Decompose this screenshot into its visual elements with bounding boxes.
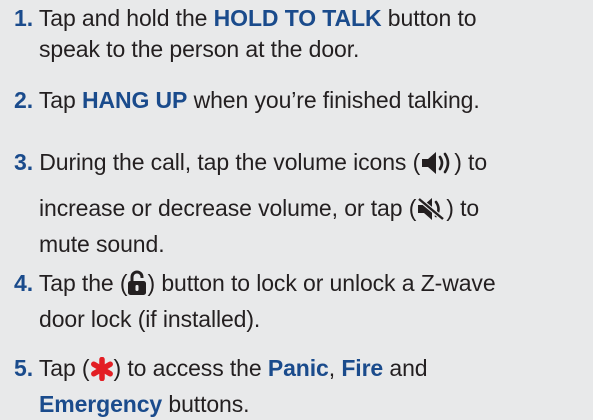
panic-label: Panic [267, 355, 329, 381]
step-text: button to [381, 5, 477, 31]
hang-up-label: HANG UP [81, 87, 188, 113]
padlock-unlocked-icon [127, 270, 147, 304]
step-text: speak to the person at the door. [39, 36, 360, 62]
step-number: 3. [14, 149, 33, 175]
step-3: 3. During the call, tap the volume icons… [14, 147, 587, 260]
step-1: 1. Tap and hold the HOLD TO TALK button … [14, 3, 587, 65]
asterisk-panic-icon [90, 356, 114, 389]
step-number: 4. [14, 270, 33, 296]
step-text: Tap ( [32, 355, 90, 381]
step-text: when you’re finished talking. [187, 87, 480, 113]
speaker-volume-icon [420, 151, 454, 183]
emergency-label: Emergency [39, 391, 163, 417]
step-text: ) to access the [113, 355, 268, 381]
speaker-mute-icon [416, 197, 446, 229]
step-text: Tap and hold the [38, 5, 214, 31]
step-5: 5. Tap () to access the Panic, Fire and … [14, 353, 587, 420]
step-text: , [328, 355, 342, 381]
step-text: Tap the ( [32, 270, 128, 296]
fire-label: Fire [341, 355, 384, 381]
step-text: door lock (if installed). [39, 306, 261, 332]
step-text: mute sound. [39, 231, 165, 257]
step-text: ) to [454, 149, 488, 175]
step-text: Tap [32, 87, 82, 113]
step-4: 4. Tap the ( ) button to lock or unlock a… [14, 268, 587, 335]
step-text: ) button to lock or unlock a Z-wave [147, 270, 496, 296]
hold-to-talk-label: HOLD TO TALK [213, 5, 382, 31]
step-number: 1. [14, 5, 33, 31]
step-text: During the call, tap the volume icons ( [32, 149, 421, 175]
step-2: 2. Tap HANG UP when you’re finished talk… [14, 85, 587, 116]
step-text: ) to [446, 195, 480, 221]
step-number: 5. [14, 355, 33, 381]
step-text: increase or decrease volume, or tap ( [39, 195, 417, 221]
step-text: and [383, 355, 428, 381]
step-text: buttons. [162, 391, 250, 417]
step-number: 2. [14, 87, 33, 113]
